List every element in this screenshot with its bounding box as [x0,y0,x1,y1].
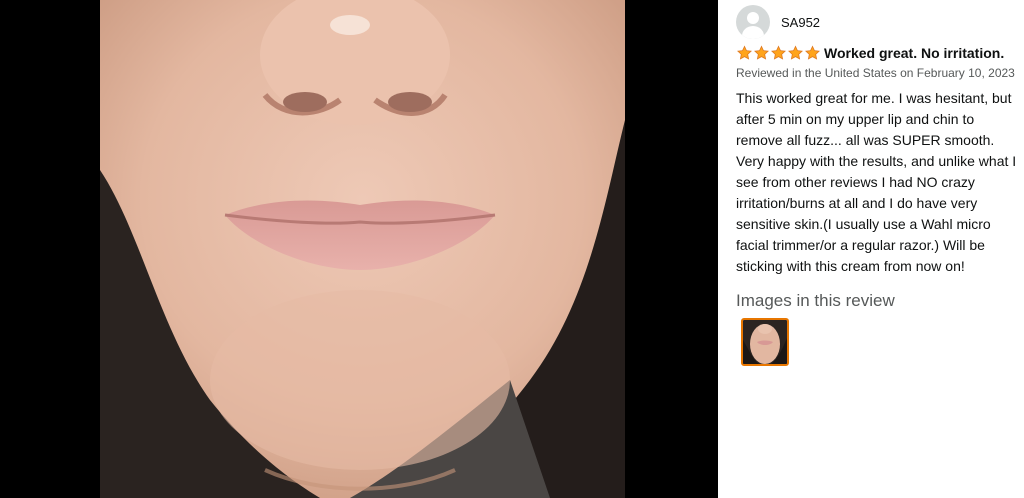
review-rating-row: Worked great. No irritation. [736,45,1018,61]
review-photo[interactable] [100,0,625,498]
star-rating[interactable] [736,45,821,61]
thumbnail-image [743,320,787,364]
review-author: SA952 [736,5,1018,39]
review-image-thumbnail[interactable] [741,318,789,366]
review-date: Reviewed in the United States on Februar… [736,66,1015,80]
author-name[interactable]: SA952 [781,15,820,30]
star-icon [788,45,803,60]
image-viewer [0,0,718,498]
star-icon [805,45,820,60]
review-text: This worked great for me. I was hesitant… [736,90,1017,274]
default-profile-avatar-icon [736,5,770,39]
images-in-review-heading: Images in this review [736,291,895,310]
review-title[interactable]: Worked great. No irritation. [824,45,1004,61]
star-icon [754,45,769,60]
review-panel: SA952 Worked great. No irritation. Revie… [736,5,1018,366]
star-icon [771,45,786,60]
review-photo-image [100,0,625,498]
star-icon [737,45,752,60]
